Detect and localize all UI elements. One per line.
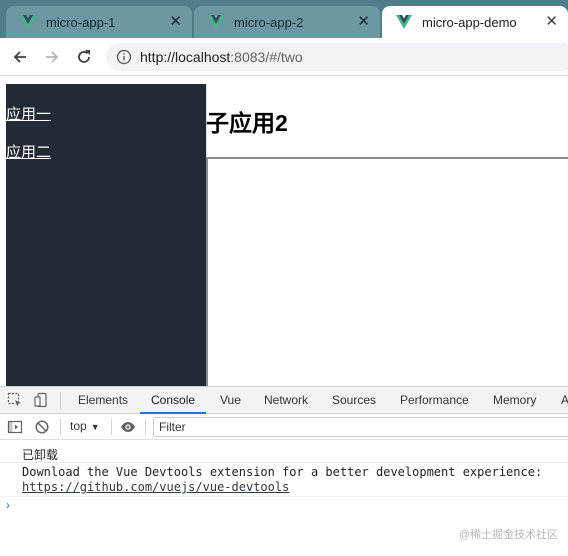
clear-console-icon[interactable] — [34, 419, 50, 435]
url-host: http://localhost — [140, 49, 231, 65]
address-bar[interactable]: http://localhost:8083/#/two — [106, 43, 568, 71]
nav-link-app-one[interactable]: 应用一 — [6, 103, 51, 124]
page-title: 子应用2 — [206, 110, 288, 136]
console-filter-bar: top ▼ — [0, 414, 568, 440]
sub-app-frame — [206, 157, 568, 386]
eye-icon[interactable] — [120, 419, 136, 435]
context-selector[interactable]: top ▼ — [70, 419, 100, 433]
tab-title: micro-app-1 — [46, 14, 116, 30]
close-icon[interactable]: ✕ — [169, 14, 182, 29]
sidebar: 应用一 应用二 — [6, 84, 206, 386]
browser-tab-micro-app-2[interactable]: micro-app-2 ✕ — [194, 6, 380, 38]
close-icon[interactable]: ✕ — [357, 14, 370, 29]
divider — [0, 496, 568, 497]
divider — [60, 419, 61, 435]
forward-button[interactable] — [42, 47, 62, 67]
vue-logo-icon — [20, 15, 36, 29]
console-filter-input[interactable] — [153, 417, 568, 437]
divider — [0, 462, 568, 463]
tab-title: micro-app-2 — [234, 14, 304, 30]
url-path: :8083/#/two — [230, 49, 303, 65]
devtools-tab-memory[interactable]: Memory — [493, 387, 536, 414]
browser-tab-strip: micro-app-1 ✕ micro-app-2 ✕ micro-app-de… — [0, 0, 568, 38]
browser-tab-micro-app-1[interactable]: micro-app-1 ✕ — [6, 6, 192, 38]
devtools-tab-performance[interactable]: Performance — [400, 387, 469, 414]
browser-toolbar: http://localhost:8083/#/two — [0, 38, 568, 76]
divider — [60, 392, 61, 409]
console-message-link[interactable]: https://github.com/vuejs/vue-devtools — [22, 480, 289, 494]
info-icon[interactable] — [116, 49, 132, 65]
device-toolbar-icon[interactable] — [33, 392, 49, 408]
nav-link-app-two[interactable]: 应用二 — [6, 141, 51, 162]
devtools-tab-overflow[interactable]: A — [561, 387, 568, 414]
url-text: http://localhost:8083/#/two — [140, 49, 303, 65]
devtools-tab-vue[interactable]: Vue — [220, 387, 241, 414]
divider — [145, 419, 146, 435]
devtools-tab-sources[interactable]: Sources — [332, 387, 376, 414]
back-button[interactable] — [10, 47, 30, 67]
console-prompt-icon[interactable]: › — [6, 498, 10, 512]
devtools-tab-bar: Elements Console Vue Network Sources Per… — [0, 387, 568, 414]
watermark: @稀土掘金技术社区 — [458, 529, 558, 541]
tab-title: micro-app-demo — [422, 14, 517, 30]
close-icon[interactable]: ✕ — [545, 14, 558, 29]
reload-icon — [78, 50, 90, 63]
vue-logo-icon — [208, 15, 224, 29]
console-message: Download the Vue Devtools extension for … — [22, 465, 543, 479]
divider — [111, 419, 112, 435]
devtools-tab-console[interactable]: Console — [140, 387, 207, 414]
sidebar-toggle-icon[interactable] — [7, 419, 23, 435]
console-message: 已卸载 — [22, 448, 59, 462]
dropdown-arrow-icon: ▼ — [90, 422, 100, 432]
arrow-left-icon — [13, 51, 26, 63]
context-value: top — [70, 419, 87, 433]
arrow-right-icon — [46, 51, 59, 63]
devtools-tab-network[interactable]: Network — [264, 387, 308, 414]
devtools-tab-elements[interactable]: Elements — [78, 387, 128, 414]
inspect-element-icon[interactable] — [7, 392, 23, 408]
browser-tab-micro-app-demo[interactable]: micro-app-demo ✕ — [382, 6, 568, 38]
vue-logo-icon — [396, 15, 412, 29]
reload-button[interactable] — [74, 47, 94, 67]
